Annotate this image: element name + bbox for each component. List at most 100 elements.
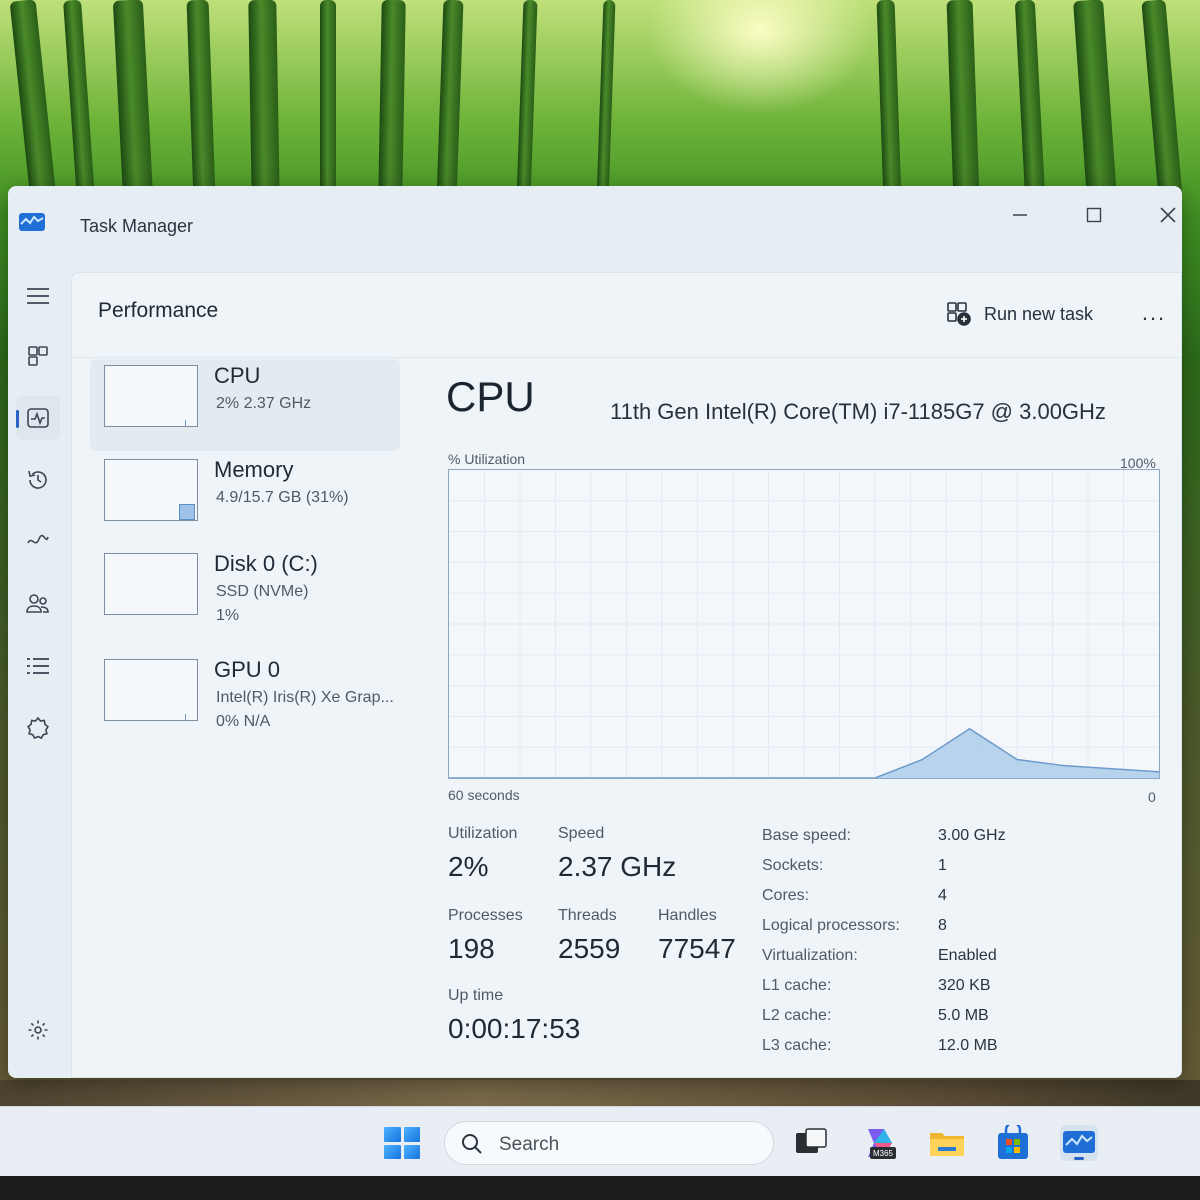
maximize-icon xyxy=(1086,207,1102,223)
spec-label: L3 cache: xyxy=(762,1037,832,1054)
device-name: GPU 0 xyxy=(214,657,281,682)
nav-processes[interactable] xyxy=(16,334,60,378)
device-model: Intel(R) Iris(R) Xe Grap... xyxy=(216,689,394,706)
services-icon xyxy=(27,716,49,740)
m365-label: M365 xyxy=(873,1149,894,1158)
start-icon xyxy=(384,1127,401,1142)
minimize-button[interactable] xyxy=(1000,200,1040,230)
task-view-button[interactable] xyxy=(792,1125,830,1161)
task-manager-icon xyxy=(1063,1131,1095,1160)
taskbar: Search M365 xyxy=(0,1106,1200,1176)
utilization-label: Utilization xyxy=(448,825,518,842)
spec-value: 3.00 GHz xyxy=(938,827,1006,844)
cpu-model-name: 11th Gen Intel(R) Core(TM) i7-1185G7 @ 3… xyxy=(610,399,1106,424)
menu-icon xyxy=(27,288,49,304)
minimize-icon xyxy=(1013,214,1027,216)
spec-value: 8 xyxy=(938,917,947,934)
close-button[interactable] xyxy=(1148,200,1182,230)
active-indicator xyxy=(16,410,19,428)
app-history-icon xyxy=(28,470,47,489)
device-gpu[interactable]: GPU 0 Intel(R) Iris(R) Xe Grap... 0% N/A xyxy=(90,655,400,747)
device-usage: 1% xyxy=(216,607,240,624)
device-memory[interactable]: Memory 4.9/15.7 GB (31%) xyxy=(90,455,400,547)
start-button[interactable] xyxy=(380,1123,424,1163)
page-title: Performance xyxy=(98,299,219,322)
utilization-value: 2% xyxy=(448,851,489,882)
header-divider xyxy=(72,357,1181,358)
device-cpu[interactable]: CPU 2% 2.37 GHz xyxy=(90,359,400,451)
nav-performance[interactable] xyxy=(16,396,60,440)
threads-label: Threads xyxy=(558,907,617,924)
navigation-rail xyxy=(8,274,68,1074)
speed-value: 2.37 GHz xyxy=(558,851,677,882)
settings-icon xyxy=(28,1020,48,1040)
gpu-thumbnail-graph xyxy=(104,659,198,721)
detail-title: CPU xyxy=(446,373,535,420)
task-view-icon xyxy=(796,1128,827,1153)
cpu-utilization-graph xyxy=(448,469,1160,779)
run-new-task-label: Run new task xyxy=(984,303,1094,324)
device-usage: 0% N/A xyxy=(216,713,271,730)
processes-value: 198 xyxy=(448,933,495,964)
screen-bezel xyxy=(0,1176,1200,1200)
spec-value: 12.0 MB xyxy=(938,1037,998,1054)
spec-value: 5.0 MB xyxy=(938,1007,989,1024)
speed-label: Speed xyxy=(558,825,605,842)
spec-value: Enabled xyxy=(938,947,997,964)
search-placeholder: Search xyxy=(499,1134,560,1155)
device-disk[interactable]: Disk 0 (C:) SSD (NVMe) 1% xyxy=(90,549,400,641)
maximize-button[interactable] xyxy=(1074,200,1114,230)
nav-app-history[interactable] xyxy=(16,458,60,502)
nav-details[interactable] xyxy=(16,644,60,688)
processes-label: Processes xyxy=(448,907,523,924)
users-icon xyxy=(26,594,49,613)
spec-label: Virtualization: xyxy=(762,947,858,964)
store-button[interactable] xyxy=(994,1121,1032,1161)
device-name: CPU xyxy=(214,363,261,388)
threads-value: 2559 xyxy=(558,933,621,964)
device-name: Disk 0 (C:) xyxy=(214,551,318,576)
disk-thumbnail-graph xyxy=(104,553,198,615)
title-bar[interactable]: Task Manager xyxy=(8,186,1182,266)
search-icon xyxy=(462,1134,482,1154)
nav-users[interactable] xyxy=(16,582,60,626)
spec-label: Cores: xyxy=(762,887,810,904)
utilization-axis-label: % Utilization xyxy=(448,451,526,467)
window-title: Task Manager xyxy=(80,216,194,236)
startup-apps-icon xyxy=(27,534,49,544)
device-usage: 4.9/15.7 GB (31%) xyxy=(216,489,349,506)
device-name: Memory xyxy=(214,457,294,482)
task-manager-app-icon xyxy=(19,213,45,231)
processes-icon xyxy=(28,346,48,366)
performance-icon xyxy=(27,408,49,428)
spec-label: Logical processors: xyxy=(762,917,900,934)
nav-services[interactable] xyxy=(16,706,60,750)
file-explorer-button[interactable] xyxy=(928,1125,966,1161)
task-manager-taskbar-button[interactable] xyxy=(1060,1125,1098,1161)
graph-time-zero-label: 0 xyxy=(1148,789,1156,805)
memory-thumbnail-graph xyxy=(104,459,198,521)
spec-label: L2 cache: xyxy=(762,1007,832,1024)
spec-label: Sockets: xyxy=(762,857,824,874)
microsoft-365-button[interactable]: M365 xyxy=(860,1125,898,1161)
spec-value: 320 KB xyxy=(938,977,991,994)
spec-value: 4 xyxy=(938,887,947,904)
nav-startup-apps[interactable] xyxy=(16,520,60,564)
handles-label: Handles xyxy=(658,907,717,924)
task-manager-window: Task Manager Performance Run new task ..… xyxy=(8,186,1182,1078)
handles-value: 77547 xyxy=(658,933,736,964)
graph-time-span-label: 60 seconds xyxy=(448,787,520,803)
details-icon xyxy=(27,658,49,674)
menu-button[interactable] xyxy=(16,274,60,318)
taskbar-search[interactable]: Search xyxy=(444,1121,774,1165)
run-new-task-button[interactable]: Run new task xyxy=(946,299,1093,329)
device-type: SSD (NVMe) xyxy=(216,583,309,600)
file-explorer-icon xyxy=(930,1133,964,1156)
performance-page: Performance Run new task ... CPU 2% 2.37… xyxy=(71,272,1182,1078)
uptime-value: 0:00:17:53 xyxy=(448,1013,581,1044)
settings-button[interactable] xyxy=(16,1008,60,1052)
more-options-button[interactable]: ... xyxy=(1132,295,1176,331)
spec-value: 1 xyxy=(938,857,947,874)
device-usage: 2% 2.37 GHz xyxy=(216,395,312,412)
close-icon xyxy=(1160,207,1176,223)
